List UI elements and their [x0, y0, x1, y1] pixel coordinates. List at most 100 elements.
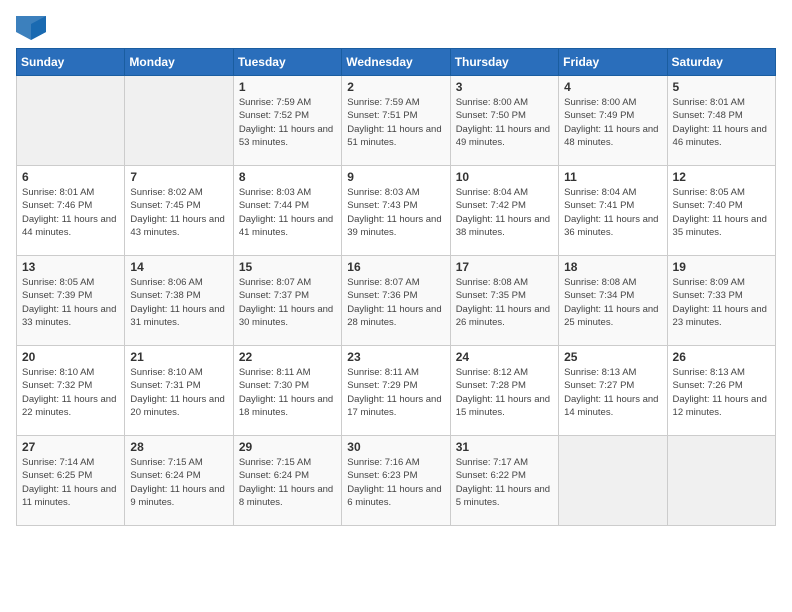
day-info: Sunrise: 8:10 AMSunset: 7:32 PMDaylight:…: [22, 366, 119, 419]
day-number: 31: [456, 440, 553, 454]
day-number: 17: [456, 260, 553, 274]
calendar-cell: 25 Sunrise: 8:13 AMSunset: 7:27 PMDayligh…: [559, 346, 667, 436]
day-number: 27: [22, 440, 119, 454]
day-info: Sunrise: 7:16 AMSunset: 6:23 PMDaylight:…: [347, 456, 444, 509]
calendar-cell: 15 Sunrise: 8:07 AMSunset: 7:37 PMDayligh…: [233, 256, 341, 346]
day-number: 23: [347, 350, 444, 364]
calendar-cell: 1Sunrise: 7:59 AMSunset: 7:52 PMDaylight…: [233, 76, 341, 166]
day-info: Sunrise: 8:02 AMSunset: 7:45 PMDaylight:…: [130, 186, 227, 239]
day-number: 12: [673, 170, 770, 184]
day-info: Sunrise: 8:08 AMSunset: 7:34 PMDaylight:…: [564, 276, 661, 329]
calendar-cell: 20 Sunrise: 8:10 AMSunset: 7:32 PMDayligh…: [17, 346, 125, 436]
day-number: 7: [130, 170, 227, 184]
day-info: Sunrise: 8:05 AMSunset: 7:39 PMDaylight:…: [22, 276, 119, 329]
day-number: 4: [564, 80, 661, 94]
day-info: Sunrise: 8:05 AMSunset: 7:40 PMDaylight:…: [673, 186, 770, 239]
calendar-cell: 23Sunrise: 8:11 AMSunset: 7:29 PMDayligh…: [342, 346, 450, 436]
day-info: Sunrise: 8:07 AMSunset: 7:36 PMDaylight:…: [347, 276, 444, 329]
day-number: 5: [673, 80, 770, 94]
calendar-cell: 29 Sunrise: 7:15 AMSunset: 6:24 PMDayligh…: [233, 436, 341, 526]
calendar-cell: 4 Sunrise: 8:00 AMSunset: 7:49 PMDaylight…: [559, 76, 667, 166]
day-info: Sunrise: 8:11 AMSunset: 7:30 PMDaylight:…: [239, 366, 336, 419]
day-number: 20: [22, 350, 119, 364]
day-number: 14: [130, 260, 227, 274]
day-info: Sunrise: 8:01 AMSunset: 7:46 PMDaylight:…: [22, 186, 119, 239]
day-info: Sunrise: 7:17 AMSunset: 6:22 PMDaylight:…: [456, 456, 553, 509]
calendar-cell: 11 Sunrise: 8:04 AMSunset: 7:41 PMDayligh…: [559, 166, 667, 256]
calendar-cell: 5 Sunrise: 8:01 AMSunset: 7:48 PMDaylight…: [667, 76, 775, 166]
calendar-week-3: 13Sunrise: 8:05 AMSunset: 7:39 PMDayligh…: [17, 256, 776, 346]
day-number: 1: [239, 80, 336, 94]
calendar-cell: 18 Sunrise: 8:08 AMSunset: 7:34 PMDayligh…: [559, 256, 667, 346]
calendar-week-5: 27 Sunrise: 7:14 AMSunset: 6:25 PMDayligh…: [17, 436, 776, 526]
day-info: Sunrise: 7:14 AMSunset: 6:25 PMDaylight:…: [22, 456, 119, 509]
day-info: Sunrise: 8:13 AMSunset: 7:27 PMDaylight:…: [564, 366, 661, 419]
calendar-cell: [125, 76, 233, 166]
calendar-cell: 22Sunrise: 8:11 AMSunset: 7:30 PMDayligh…: [233, 346, 341, 436]
header-tuesday: Tuesday: [233, 49, 341, 76]
day-info: Sunrise: 8:06 AMSunset: 7:38 PMDaylight:…: [130, 276, 227, 329]
logo: [16, 16, 50, 40]
day-number: 10: [456, 170, 553, 184]
calendar-cell: 14 Sunrise: 8:06 AMSunset: 7:38 PMDayligh…: [125, 256, 233, 346]
calendar-cell: 2Sunrise: 7:59 AMSunset: 7:51 PMDaylight…: [342, 76, 450, 166]
day-info: Sunrise: 7:15 AMSunset: 6:24 PMDaylight:…: [130, 456, 227, 509]
day-info: Sunrise: 8:10 AMSunset: 7:31 PMDaylight:…: [130, 366, 227, 419]
page-header: [16, 16, 776, 40]
calendar-cell: [17, 76, 125, 166]
calendar-week-4: 20 Sunrise: 8:10 AMSunset: 7:32 PMDayligh…: [17, 346, 776, 436]
calendar-cell: 21 Sunrise: 8:10 AMSunset: 7:31 PMDayligh…: [125, 346, 233, 436]
day-number: 15: [239, 260, 336, 274]
day-info: Sunrise: 8:03 AMSunset: 7:43 PMDaylight:…: [347, 186, 444, 239]
calendar-week-1: 1Sunrise: 7:59 AMSunset: 7:52 PMDaylight…: [17, 76, 776, 166]
day-number: 28: [130, 440, 227, 454]
header-thursday: Thursday: [450, 49, 558, 76]
calendar-cell: 27 Sunrise: 7:14 AMSunset: 6:25 PMDayligh…: [17, 436, 125, 526]
day-number: 26: [673, 350, 770, 364]
calendar-cell: 16 Sunrise: 8:07 AMSunset: 7:36 PMDayligh…: [342, 256, 450, 346]
day-number: 21: [130, 350, 227, 364]
calendar-cell: 7 Sunrise: 8:02 AMSunset: 7:45 PMDaylight…: [125, 166, 233, 256]
day-info: Sunrise: 8:01 AMSunset: 7:48 PMDaylight:…: [673, 96, 770, 149]
day-number: 11: [564, 170, 661, 184]
day-info: Sunrise: 8:04 AMSunset: 7:42 PMDaylight:…: [456, 186, 553, 239]
header-friday: Friday: [559, 49, 667, 76]
day-info: Sunrise: 8:08 AMSunset: 7:35 PMDaylight:…: [456, 276, 553, 329]
calendar-table: SundayMondayTuesdayWednesdayThursdayFrid…: [16, 48, 776, 526]
day-info: Sunrise: 8:07 AMSunset: 7:37 PMDaylight:…: [239, 276, 336, 329]
calendar-cell: 13Sunrise: 8:05 AMSunset: 7:39 PMDayligh…: [17, 256, 125, 346]
day-number: 30: [347, 440, 444, 454]
calendar-cell: 26 Sunrise: 8:13 AMSunset: 7:26 PMDayligh…: [667, 346, 775, 436]
calendar-cell: 24Sunrise: 8:12 AMSunset: 7:28 PMDayligh…: [450, 346, 558, 436]
day-number: 29: [239, 440, 336, 454]
day-number: 24: [456, 350, 553, 364]
header-monday: Monday: [125, 49, 233, 76]
day-info: Sunrise: 7:15 AMSunset: 6:24 PMDaylight:…: [239, 456, 336, 509]
calendar-cell: 17 Sunrise: 8:08 AMSunset: 7:35 PMDayligh…: [450, 256, 558, 346]
calendar-header: SundayMondayTuesdayWednesdayThursdayFrid…: [17, 49, 776, 76]
calendar-cell: 28 Sunrise: 7:15 AMSunset: 6:24 PMDayligh…: [125, 436, 233, 526]
day-number: 6: [22, 170, 119, 184]
day-number: 16: [347, 260, 444, 274]
calendar-cell: 6 Sunrise: 8:01 AMSunset: 7:46 PMDaylight…: [17, 166, 125, 256]
day-info: Sunrise: 7:59 AMSunset: 7:51 PMDaylight:…: [347, 96, 444, 149]
day-info: Sunrise: 8:00 AMSunset: 7:50 PMDaylight:…: [456, 96, 553, 149]
calendar-week-2: 6 Sunrise: 8:01 AMSunset: 7:46 PMDaylight…: [17, 166, 776, 256]
calendar-cell: 30 Sunrise: 7:16 AMSunset: 6:23 PMDayligh…: [342, 436, 450, 526]
calendar-cell: 9 Sunrise: 8:03 AMSunset: 7:43 PMDaylight…: [342, 166, 450, 256]
day-number: 25: [564, 350, 661, 364]
day-info: Sunrise: 8:03 AMSunset: 7:44 PMDaylight:…: [239, 186, 336, 239]
day-info: Sunrise: 8:09 AMSunset: 7:33 PMDaylight:…: [673, 276, 770, 329]
day-info: Sunrise: 8:00 AMSunset: 7:49 PMDaylight:…: [564, 96, 661, 149]
day-info: Sunrise: 8:13 AMSunset: 7:26 PMDaylight:…: [673, 366, 770, 419]
day-number: 3: [456, 80, 553, 94]
day-info: Sunrise: 8:04 AMSunset: 7:41 PMDaylight:…: [564, 186, 661, 239]
calendar-cell: 8Sunrise: 8:03 AMSunset: 7:44 PMDaylight…: [233, 166, 341, 256]
calendar-cell: 12 Sunrise: 8:05 AMSunset: 7:40 PMDayligh…: [667, 166, 775, 256]
day-number: 9: [347, 170, 444, 184]
day-number: 18: [564, 260, 661, 274]
calendar-cell: [667, 436, 775, 526]
day-number: 19: [673, 260, 770, 274]
header-wednesday: Wednesday: [342, 49, 450, 76]
calendar-cell: 10 Sunrise: 8:04 AMSunset: 7:42 PMDayligh…: [450, 166, 558, 256]
